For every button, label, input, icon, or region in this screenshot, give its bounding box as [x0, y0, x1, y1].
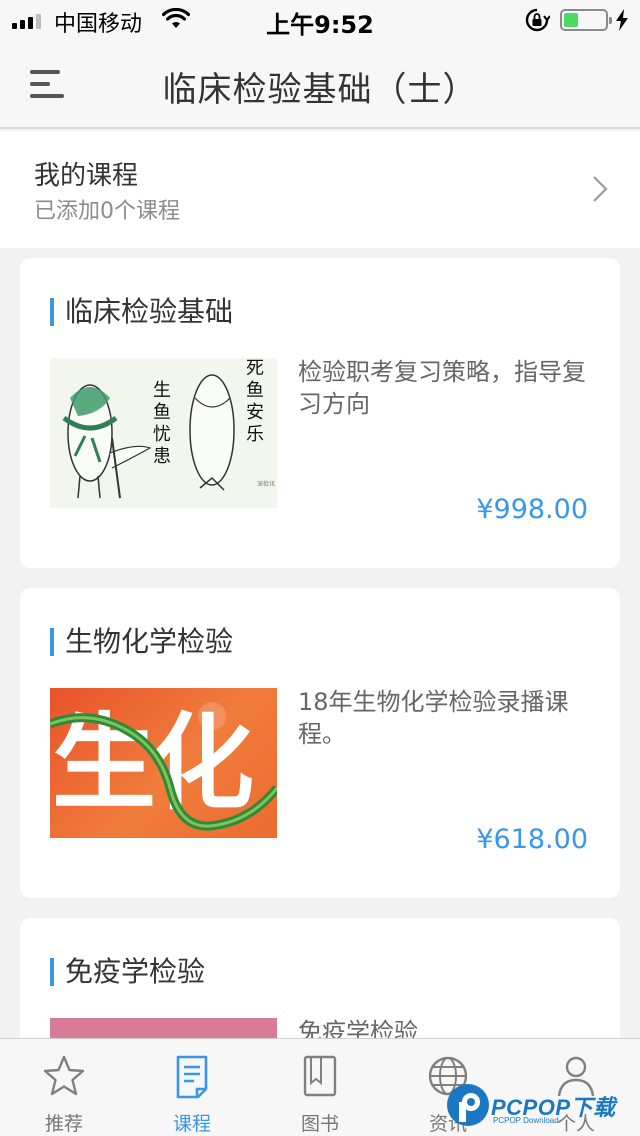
course-price: ¥998.00 — [476, 494, 588, 525]
tab-course[interactable]: 课程 — [128, 1039, 256, 1136]
ribbon-decoration — [50, 702, 277, 831]
course-title: 临床检验基础 — [50, 296, 233, 328]
fish-caption-left: 生 鱼 忧 患 — [153, 380, 171, 467]
course-thumbnail: 生化 — [50, 688, 277, 838]
fish-caption-right: 死 鱼 安 乐 — [246, 358, 264, 445]
my-course-count: 已添加0个课程 — [34, 199, 180, 224]
course-document-icon — [176, 1055, 208, 1099]
course-thumbnail: 深检讯 生 鱼 忧 患 死 鱼 安 乐 — [50, 358, 277, 508]
pcpop-logo-icon — [447, 1084, 489, 1126]
tab-recommend[interactable]: 推荐 — [0, 1039, 128, 1136]
my-course-title: 我的课程 — [34, 161, 139, 191]
page-title: 临床检验基础（士） — [162, 70, 478, 110]
tab-label: 图书 — [300, 1113, 339, 1135]
my-course-row[interactable]: 我的课程 已添加0个课程 — [0, 131, 640, 248]
pcpop-watermark-logo: PCPOP下载 PCPOP Download — [443, 1078, 640, 1136]
charging-bolt-icon — [616, 9, 628, 31]
book-icon — [303, 1055, 337, 1097]
battery-level — [564, 13, 578, 27]
course-card[interactable]: 生物化学检验 生化 18年生物化学检验录播课程。 ¥618.00 — [20, 588, 620, 898]
tab-label: 课程 — [172, 1113, 211, 1135]
course-price: ¥618.00 — [476, 824, 588, 855]
course-title: 免疫学检验 — [50, 956, 205, 988]
watermark-sub: PCPOP Download — [493, 1116, 559, 1125]
tab-books[interactable]: 图书 — [256, 1039, 384, 1136]
navigation-bar: 临床检验基础（士） — [0, 40, 640, 129]
chevron-right-icon — [593, 176, 608, 202]
battery-icon — [560, 9, 612, 31]
svg-text:深检讯: 深检讯 — [257, 480, 275, 488]
orientation-lock-icon — [525, 8, 550, 32]
status-bar: 中国移动 上午9:52 — [0, 0, 640, 40]
course-description: 18年生物化学检验录播课程。 — [298, 688, 569, 748]
course-description: 检验职考复习策略，指导复习方向 — [298, 358, 586, 418]
course-card[interactable]: 临床检验基础 深检讯 生 鱼 忧 患 死 鱼 安 乐 检验职考复习策略，指导复习… — [20, 258, 620, 568]
star-icon — [43, 1055, 85, 1096]
tab-label: 推荐 — [44, 1113, 83, 1135]
course-title: 生物化学检验 — [50, 626, 233, 658]
